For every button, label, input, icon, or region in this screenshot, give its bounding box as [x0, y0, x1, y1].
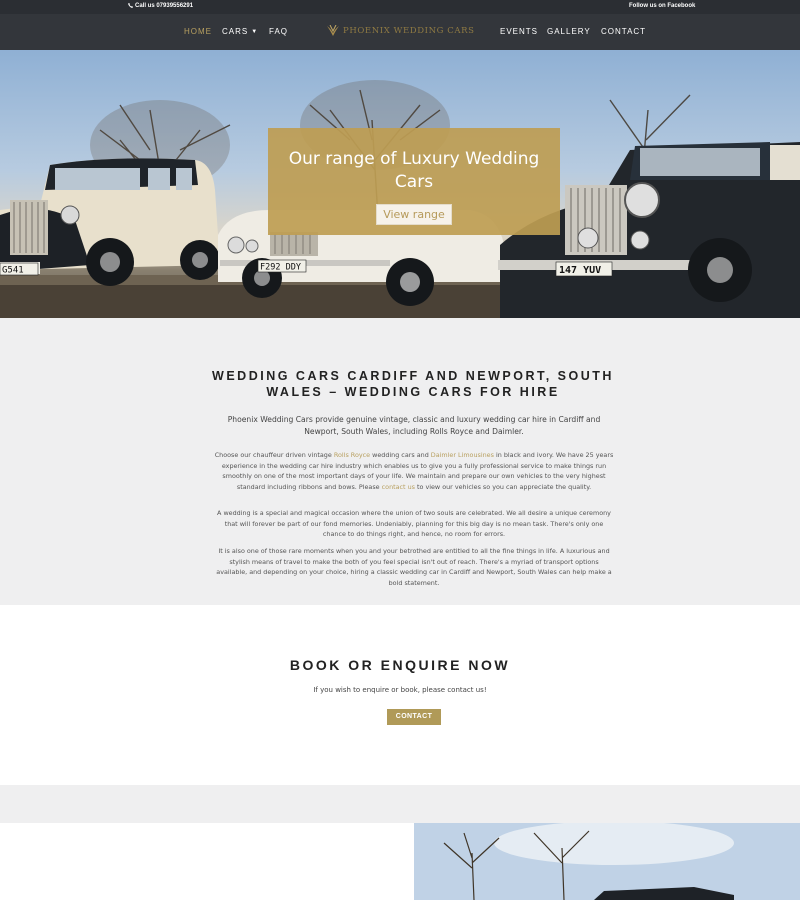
section-divider — [0, 785, 800, 823]
phone-text: Call us 07939556291 — [135, 3, 194, 9]
intro-section: WEDDING CARS CARDIFF AND NEWPORT, SOUTH … — [0, 318, 800, 605]
phone-link[interactable]: Call us 07939556291 — [128, 3, 193, 9]
hero-heading: Our range of Luxury Wedding Cars — [288, 149, 540, 192]
intro-paragraph-1: Choose our chauffeur driven vintage Roll… — [214, 450, 614, 492]
main-nav: HOME CARS ▼ FAQ PHOENIX WEDDING CARS EVEN… — [0, 14, 800, 50]
p1-text-a: Choose our chauffeur driven vintage — [214, 451, 334, 459]
bottom-car-image — [414, 823, 800, 900]
phone-icon — [128, 3, 133, 8]
nav-home[interactable]: HOME — [184, 27, 212, 36]
book-heading: BOOK OR ENQUIRE NOW — [289, 657, 511, 673]
nav-faq[interactable]: FAQ — [269, 27, 288, 36]
bottom-text-area — [0, 823, 414, 900]
plate-middle: F292 DDY — [260, 263, 301, 273]
intro-heading: WEDDING CARS CARDIFF AND NEWPORT, SOUTH … — [212, 369, 614, 399]
hero-overlay: Our range of Luxury Wedding Cars View ra… — [268, 128, 560, 235]
book-subtext: If you wish to enquire or book, please c… — [313, 686, 487, 694]
intro-paragraph-3: It is also one of those rare moments whe… — [216, 547, 612, 587]
nav-cars[interactable]: CARS ▼ — [222, 27, 258, 36]
nav-gallery[interactable]: GALLERY — [547, 27, 591, 36]
plate-left: G541 — [2, 266, 24, 276]
bottom-car-photo — [414, 823, 800, 900]
p1-text-b: wedding cars and — [370, 451, 431, 459]
chevron-down-icon: ▼ — [251, 29, 259, 35]
top-bar: Call us 07939556291 Follow us on Faceboo… — [0, 0, 800, 14]
contact-us-link[interactable]: contact us — [382, 483, 415, 491]
contact-button[interactable]: CONTACT — [387, 709, 441, 725]
nav-events[interactable]: EVENTS — [500, 27, 538, 36]
intro-lead: Phoenix Wedding Cars provide genuine vin… — [227, 415, 601, 436]
intro-paragraph-2: A wedding is a special and magical occas… — [217, 509, 611, 538]
p1-text-d: to view our vehicles so you can apprecia… — [414, 482, 592, 491]
view-range-button[interactable]: View range — [376, 204, 452, 225]
phoenix-logo-icon — [327, 25, 339, 36]
site-logo[interactable]: PHOENIX WEDDING CARS — [326, 25, 475, 37]
facebook-link[interactable]: Follow us on Facebook — [629, 3, 695, 9]
daimler-limousines-link[interactable]: Daimler Limousines — [431, 451, 494, 459]
plate-right: 147 YUV — [559, 265, 601, 276]
rolls-royce-link[interactable]: Rolls Royce — [334, 451, 370, 459]
nav-cars-label: CARS — [222, 27, 249, 36]
logo-text: PHOENIX WEDDING CARS — [343, 26, 475, 36]
book-section: BOOK OR ENQUIRE NOW If you wish to enqui… — [0, 605, 800, 785]
hero-banner: G541 F292 DDY 147 YUV Our range of Luxur… — [0, 50, 800, 318]
nav-contact[interactable]: CONTACT — [601, 27, 646, 36]
